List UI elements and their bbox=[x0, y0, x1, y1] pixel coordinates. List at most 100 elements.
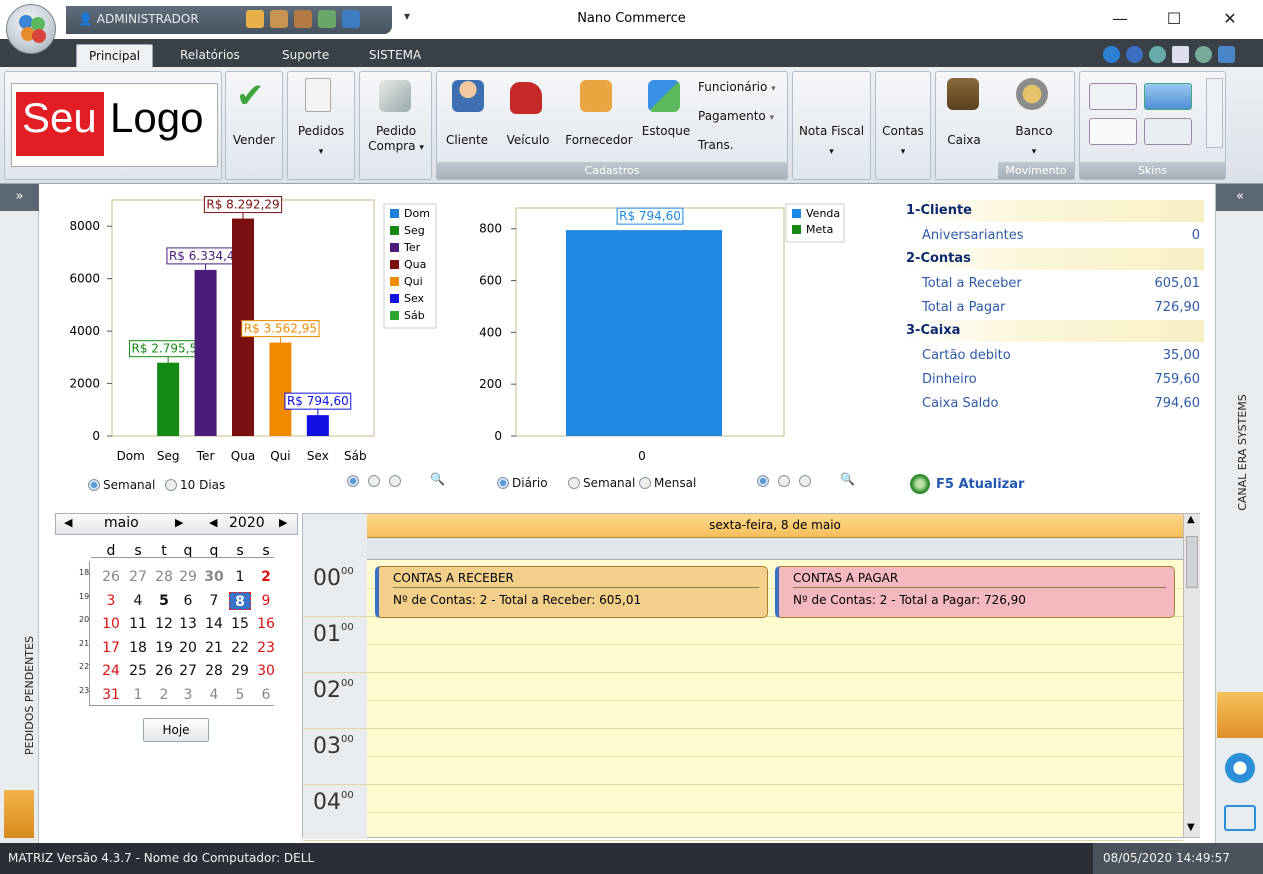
canal-era-systems-label[interactable]: CANAL ERA SYSTEMS bbox=[1236, 394, 1249, 511]
caixa-button[interactable]: Caixa bbox=[938, 133, 990, 148]
calendar-day[interactable]: 20 bbox=[177, 639, 199, 657]
folder-icon[interactable] bbox=[1224, 805, 1256, 831]
calendar-day[interactable]: 19 bbox=[153, 639, 175, 657]
cliente-button[interactable]: Cliente bbox=[441, 133, 493, 148]
info-icon[interactable] bbox=[1218, 46, 1235, 63]
pedido-compra-button[interactable]: Pedido Compra ▾ bbox=[361, 124, 431, 156]
calendar-day[interactable]: 30 bbox=[255, 662, 277, 680]
help-icon[interactable] bbox=[1126, 46, 1143, 63]
expand-left-panel-button[interactable]: » bbox=[0, 184, 39, 211]
fornecedor-button[interactable]: Fornecedor bbox=[561, 133, 637, 148]
summary-row[interactable]: Cartão debito 35,00 bbox=[900, 344, 1204, 368]
skin-option-4[interactable] bbox=[1144, 118, 1192, 145]
today-button[interactable]: Hoje bbox=[143, 718, 209, 742]
calendar-day[interactable]: 28 bbox=[203, 662, 225, 680]
chart1-view-radio-1[interactable] bbox=[347, 475, 362, 487]
chart1-view-radio-3[interactable] bbox=[389, 475, 404, 487]
all-day-area[interactable] bbox=[367, 538, 1183, 560]
expand-right-panel-button[interactable]: « bbox=[1216, 184, 1263, 211]
calendar-day[interactable]: 10 bbox=[100, 615, 122, 633]
calendar-day[interactable]: 22 bbox=[229, 639, 251, 657]
calendar-day[interactable]: 29 bbox=[177, 568, 199, 586]
calendar-day[interactable]: 15 bbox=[229, 615, 251, 633]
appointment-contas-pagar[interactable]: CONTAS A PAGAR Nº de Contas: 2 - Total a… bbox=[775, 566, 1175, 618]
summary-row[interactable]: Total a Pagar 726,90 bbox=[900, 296, 1204, 320]
calendar-day[interactable]: 26 bbox=[100, 568, 122, 586]
summary-row[interactable]: Dinheiro 759,60 bbox=[900, 368, 1204, 392]
app-menu-orb[interactable] bbox=[6, 4, 56, 54]
skin-option-2[interactable] bbox=[1144, 83, 1192, 110]
calendar-day[interactable]: 21 bbox=[203, 639, 225, 657]
chart1-view-radio-2[interactable] bbox=[368, 475, 383, 487]
tab-principal[interactable]: Principal bbox=[76, 44, 154, 67]
calendar-day[interactable]: 4 bbox=[203, 686, 225, 704]
calendar-day[interactable]: 6 bbox=[255, 686, 277, 704]
document-icon[interactable] bbox=[1172, 46, 1189, 63]
calendar-day[interactable]: 1 bbox=[127, 686, 149, 704]
calendar-day[interactable]: 24 bbox=[100, 662, 122, 680]
scroll-up-icon[interactable]: ▲ bbox=[1187, 514, 1195, 525]
calendar-day[interactable]: 28 bbox=[153, 568, 175, 586]
summary-row[interactable]: Aniversariantes 0 bbox=[900, 224, 1204, 248]
calendar-day[interactable]: 8 bbox=[229, 591, 251, 610]
tab-suporte[interactable]: Suporte bbox=[270, 44, 341, 67]
calendar-day[interactable]: 3 bbox=[177, 686, 199, 704]
calendar-day[interactable]: 23 bbox=[255, 639, 277, 657]
calendar-day[interactable]: 31 bbox=[100, 686, 122, 704]
scroll-down-icon[interactable]: ▼ bbox=[1187, 822, 1195, 833]
calendar-day[interactable]: 27 bbox=[177, 662, 199, 680]
calendar-day[interactable]: 9 bbox=[255, 592, 277, 610]
calendar-day[interactable]: 29 bbox=[229, 662, 251, 680]
summary-row[interactable]: Caixa Saldo 794,60 bbox=[900, 392, 1204, 416]
scheduler-scrollbar[interactable]: ▲ ▼ bbox=[1183, 514, 1200, 837]
tab-sistema[interactable]: SISTEMA bbox=[357, 44, 433, 67]
edit-icon[interactable] bbox=[4, 790, 34, 838]
banco-button[interactable]: Banco ▾ bbox=[1000, 124, 1068, 160]
close-button[interactable]: ✕ bbox=[1208, 6, 1252, 32]
summary-row[interactable]: Total a Receber 605,01 bbox=[900, 272, 1204, 296]
chart2-view-radio-1[interactable] bbox=[757, 475, 772, 487]
maximize-button[interactable]: ☐ bbox=[1152, 6, 1196, 32]
skin-option-3[interactable] bbox=[1089, 118, 1137, 145]
dez-dias-radio[interactable]: 10 Dias bbox=[165, 478, 225, 492]
pagamento-menu[interactable]: Pagamento ▾ bbox=[698, 109, 774, 126]
estoque-button[interactable]: Estoque bbox=[638, 124, 694, 139]
prev-month-icon[interactable]: ◀ bbox=[64, 516, 72, 529]
minimize-button[interactable]: — bbox=[1098, 6, 1142, 32]
calculator-icon[interactable] bbox=[1149, 46, 1166, 63]
semanal2-radio[interactable]: Semanal bbox=[568, 476, 635, 490]
print-icon[interactable] bbox=[1195, 46, 1212, 63]
chart2-view-radio-2[interactable] bbox=[778, 475, 793, 487]
trans-button[interactable]: Trans. bbox=[698, 138, 734, 153]
skin-option-1[interactable] bbox=[1089, 83, 1137, 110]
pedidos-pendentes-label[interactable]: PEDIDOS PENDENTES bbox=[23, 636, 36, 755]
appointment-contas-receber[interactable]: CONTAS A RECEBER Nº de Contas: 2 - Total… bbox=[375, 566, 768, 618]
zoom-icon[interactable]: 🔍 bbox=[430, 472, 445, 486]
calendar-day[interactable]: 3 bbox=[100, 592, 122, 610]
scrollbar-thumb[interactable] bbox=[1186, 536, 1198, 588]
user-contact-icon[interactable] bbox=[1217, 692, 1263, 738]
mail-icon[interactable] bbox=[1225, 753, 1255, 783]
calendar-day[interactable]: 12 bbox=[153, 615, 175, 633]
semanal-radio[interactable]: Semanal bbox=[88, 478, 155, 492]
calendar-day[interactable]: 17 bbox=[100, 639, 122, 657]
calendar-day[interactable]: 7 bbox=[203, 592, 225, 610]
veiculo-button[interactable]: Veículo bbox=[502, 133, 554, 148]
calendar-day[interactable]: 5 bbox=[229, 686, 251, 704]
calendar-day[interactable]: 2 bbox=[153, 686, 175, 704]
contas-button[interactable]: Contas ▾ bbox=[876, 124, 930, 160]
calendar-day[interactable]: 1 bbox=[229, 568, 251, 586]
mensal-radio[interactable]: Mensal bbox=[639, 476, 696, 490]
nota-fiscal-button[interactable]: Nota Fiscal ▾ bbox=[794, 124, 869, 160]
calendar-day[interactable]: 5 bbox=[153, 592, 175, 610]
tab-relatorios[interactable]: Relatórios bbox=[168, 44, 252, 67]
calendar-day[interactable]: 11 bbox=[127, 615, 149, 633]
next-year-icon[interactable]: ▶ bbox=[279, 516, 287, 529]
calendar-day[interactable]: 14 bbox=[203, 615, 225, 633]
pedidos-button[interactable]: Pedidos ▾ bbox=[291, 124, 351, 160]
calendar-day[interactable]: 27 bbox=[127, 568, 149, 586]
connect-icon[interactable] bbox=[1103, 46, 1120, 63]
skins-scroller[interactable] bbox=[1206, 78, 1223, 148]
chart2-view-radio-3[interactable] bbox=[799, 475, 814, 487]
zoom-icon[interactable]: 🔍 bbox=[840, 472, 855, 486]
